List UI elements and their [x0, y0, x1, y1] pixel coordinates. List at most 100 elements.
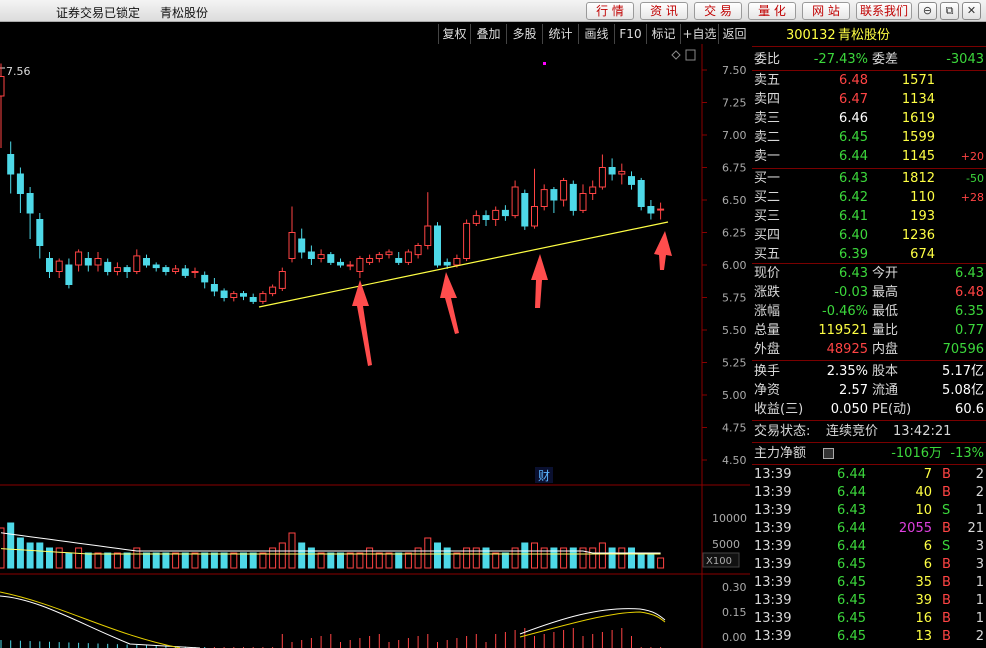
- candle-body: [220, 290, 228, 298]
- volume-bar: [55, 547, 63, 569]
- statistics-button[interactable]: 统计: [542, 24, 578, 44]
- flow-detail-icon[interactable]: [823, 448, 834, 459]
- title-stock-name: 青松股份: [160, 6, 209, 20]
- candle-body: [637, 180, 645, 207]
- quant-button[interactable]: 量 化: [748, 2, 796, 20]
- bid-price[interactable]: 6.39: [810, 246, 868, 264]
- volume-bar: [346, 552, 354, 569]
- indicator-axis-tick: 0.15: [722, 606, 747, 619]
- trade-button[interactable]: 交 易: [694, 2, 742, 20]
- price-axis-tick: 6.00: [722, 259, 747, 272]
- candle-body: [288, 232, 296, 259]
- minimize-icon[interactable]: ⊖: [918, 2, 937, 20]
- market-button[interactable]: 行 情: [586, 2, 634, 20]
- tick-side: B: [942, 629, 951, 644]
- stat-value: 6.35: [955, 304, 984, 319]
- fund-label: 换手: [754, 364, 781, 379]
- tick-price: 6.45: [837, 575, 866, 590]
- tick-price: 6.45: [837, 557, 866, 572]
- fund-value: 5.08亿: [942, 383, 984, 398]
- volume-bar: [327, 552, 335, 569]
- candle-body: [249, 297, 257, 302]
- candle-body: [55, 260, 63, 273]
- bid-price[interactable]: 6.42: [810, 189, 868, 207]
- tick-time: 13:39: [754, 593, 792, 608]
- contact-button[interactable]: 联系我们: [856, 2, 912, 20]
- volume-bar: [7, 522, 15, 569]
- candle-body: [453, 258, 461, 266]
- tick-count: 21: [967, 521, 984, 536]
- stat-label: 现价: [754, 266, 781, 281]
- candle-body: [133, 255, 141, 272]
- kline-chart[interactable]: 7.56 财 7.50 7.25 7.00 6.75 6.50 6.25 6.00 5.75 5…: [0, 44, 750, 648]
- stat-label: 最低: [872, 304, 899, 319]
- close-icon[interactable]: ✕: [962, 2, 981, 20]
- bid-level-label: 买三: [754, 209, 781, 224]
- candle-body: [65, 264, 73, 285]
- tick-price: 6.43: [837, 503, 866, 518]
- add-watchlist-button[interactable]: +自选: [680, 24, 718, 44]
- tick-time: 13:39: [754, 557, 792, 572]
- tick-time: 13:39: [754, 629, 792, 644]
- volume-bar: [65, 552, 73, 569]
- volume-unit: X100: [706, 556, 732, 567]
- tick-side: B: [942, 467, 951, 482]
- fuquan-button[interactable]: 复权: [438, 24, 470, 44]
- volume-bar: [172, 552, 180, 569]
- ask-price[interactable]: 6.44: [810, 148, 868, 166]
- multi-stock-button[interactable]: 多股: [506, 24, 542, 44]
- volume-bar: [36, 542, 44, 569]
- back-button[interactable]: 返回: [718, 24, 750, 44]
- ask-price[interactable]: 6.45: [810, 129, 868, 147]
- draw-line-button[interactable]: 画线: [578, 24, 614, 44]
- tick-row: 13:39 6.45 6 B 3: [752, 556, 986, 574]
- volume-bar: [143, 552, 150, 569]
- volume-bar: [618, 547, 626, 569]
- bid-price[interactable]: 6.41: [810, 208, 868, 226]
- stat-value: 70596: [942, 342, 984, 357]
- status-time: 13:42:21: [893, 424, 952, 439]
- volume-axis-tick: 5000: [712, 538, 740, 551]
- volume-bar: [501, 552, 509, 569]
- bid-price[interactable]: 6.40: [810, 227, 868, 245]
- candle-body: [356, 258, 364, 272]
- bid-change: +28: [960, 191, 984, 204]
- fund-label: 流通: [872, 383, 899, 398]
- mark-button[interactable]: 标记: [646, 24, 680, 44]
- tick-side: S: [942, 503, 951, 518]
- volume-bar: [647, 552, 655, 569]
- volume-bar: [152, 552, 160, 569]
- tick-row: 13:39 6.43 10 S 1: [752, 502, 986, 520]
- ask-level-label: 卖二: [754, 130, 781, 145]
- restore-icon[interactable]: ⧉: [940, 2, 959, 20]
- tick-side: B: [942, 611, 951, 626]
- tick-row: 13:39 6.44 40 B 2: [752, 484, 986, 502]
- f10-button[interactable]: F10: [614, 24, 646, 44]
- tick-count: 1: [975, 611, 984, 626]
- website-button[interactable]: 网 站: [802, 2, 850, 20]
- volume-bar: [123, 552, 131, 569]
- bid-price[interactable]: 6.43: [810, 170, 868, 188]
- fund-value: 0.050: [830, 402, 868, 417]
- tick-side: S: [942, 539, 951, 554]
- tick-row: 13:39 6.45 16 B 1: [752, 610, 986, 628]
- candle-body: [434, 225, 441, 266]
- overlay-button[interactable]: 叠加: [470, 24, 506, 44]
- candle-body: [94, 258, 102, 266]
- candle-body: [443, 261, 451, 266]
- fund-value: 5.17亿: [942, 364, 984, 379]
- ask-volume: 1145: [901, 149, 935, 164]
- ask-price[interactable]: 6.47: [810, 91, 868, 109]
- price-axis-tick: 4.50: [722, 454, 747, 467]
- tick-time: 13:39: [754, 503, 792, 518]
- ask-price[interactable]: 6.46: [810, 110, 868, 128]
- candle-body: [16, 173, 24, 194]
- ask-level-label: 卖一: [754, 149, 781, 164]
- news-button[interactable]: 资 讯: [640, 2, 688, 20]
- ask-change: +20: [960, 150, 984, 163]
- fund-label: PE(动): [872, 402, 912, 417]
- ask-price[interactable]: 6.48: [810, 72, 868, 90]
- candle-body: [628, 176, 635, 185]
- price-axis-tick: 7.50: [722, 64, 747, 77]
- tick-time: 13:39: [754, 467, 792, 482]
